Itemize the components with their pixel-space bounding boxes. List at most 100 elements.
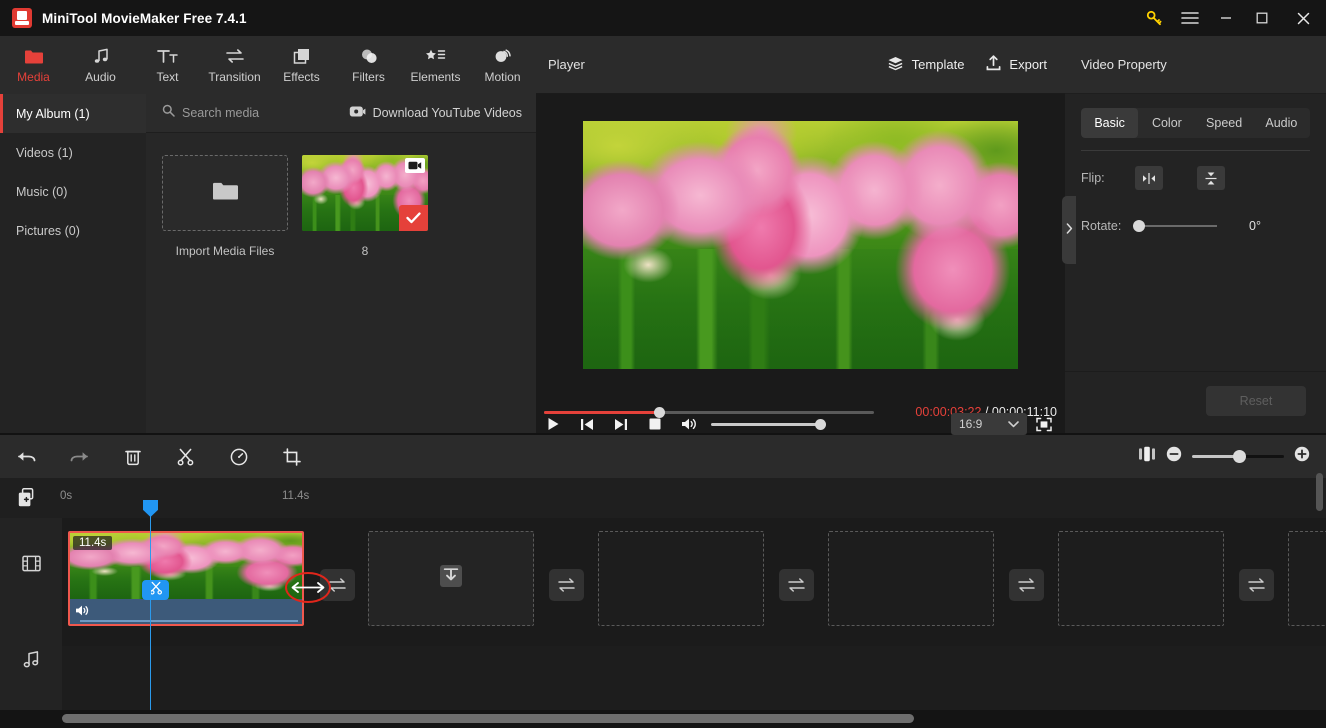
toolbar-item-elements[interactable]: Elements xyxy=(402,36,469,94)
toolbar-label: Transition xyxy=(208,70,260,84)
close-icon[interactable] xyxy=(1280,0,1326,36)
toolbar-label: Effects xyxy=(283,70,319,84)
sidebar-item-label: Videos (1) xyxy=(16,146,73,160)
aspect-ratio-select[interactable]: 16:9 xyxy=(951,413,1027,435)
playhead-line xyxy=(150,500,151,712)
import-down-icon xyxy=(438,563,464,594)
horizontal-scrollbar[interactable] xyxy=(0,710,1326,728)
reset-button[interactable]: Reset xyxy=(1206,386,1306,416)
divider xyxy=(1081,150,1310,151)
vertical-scroll-thumb[interactable] xyxy=(1316,473,1323,511)
transition-slot[interactable] xyxy=(779,569,814,601)
reset-bar: Reset xyxy=(1065,371,1326,433)
template-button[interactable]: Template xyxy=(887,56,965,74)
volume-handle[interactable] xyxy=(815,419,826,430)
video-track[interactable]: 11.4s xyxy=(62,518,1326,628)
crop-icon[interactable] xyxy=(265,435,318,478)
tab-color[interactable]: Color xyxy=(1138,108,1195,138)
timeline-toolbar xyxy=(0,435,1326,478)
play-icon[interactable] xyxy=(536,410,570,438)
track-headers xyxy=(0,518,62,710)
toolbar-item-audio[interactable]: Audio xyxy=(67,36,134,94)
sidebar-item-label: My Album (1) xyxy=(16,107,90,121)
search-input[interactable] xyxy=(182,106,332,120)
toolbar-item-transition[interactable]: Transition xyxy=(201,36,268,94)
import-media-cell[interactable]: Import Media Files xyxy=(162,155,288,258)
sidebar-item-my-album[interactable]: My Album (1) xyxy=(0,94,146,133)
resize-cursor-icon xyxy=(290,580,326,595)
clip-placeholder[interactable] xyxy=(1288,531,1326,626)
undo-icon[interactable] xyxy=(0,435,53,478)
fullscreen-icon[interactable] xyxy=(1027,410,1061,438)
media-sidebar: My Album (1) Videos (1) Music (0) Pictur… xyxy=(0,94,146,433)
template-label: Template xyxy=(912,57,965,72)
clip-placeholder[interactable] xyxy=(368,531,534,626)
minimize-icon[interactable] xyxy=(1208,0,1244,36)
film-icon xyxy=(22,554,41,578)
split-at-playhead-button[interactable] xyxy=(142,580,169,600)
clip-placeholder[interactable] xyxy=(598,531,764,626)
rotate-handle[interactable] xyxy=(1133,220,1145,232)
import-dropzone[interactable] xyxy=(162,155,288,231)
audio-track[interactable] xyxy=(62,628,1326,710)
key-icon[interactable] xyxy=(1136,0,1172,36)
export-icon xyxy=(986,55,1001,74)
media-grid: Import Media Files 8 xyxy=(146,133,536,258)
toolbar-item-effects[interactable]: Effects xyxy=(268,36,335,94)
horizontal-scroll-thumb[interactable] xyxy=(62,714,914,723)
add-track-icon[interactable] xyxy=(18,488,37,512)
video-track-header[interactable] xyxy=(0,518,62,614)
volume-icon[interactable] xyxy=(672,410,706,438)
import-media-label: Import Media Files xyxy=(162,244,288,258)
tab-basic[interactable]: Basic xyxy=(1081,108,1138,138)
zoom-handle[interactable] xyxy=(1233,450,1246,463)
timeline-clip[interactable]: 11.4s xyxy=(68,531,304,626)
tab-audio[interactable]: Audio xyxy=(1253,108,1310,138)
flip-vertical-icon[interactable] xyxy=(1197,166,1225,190)
music-note-icon xyxy=(92,46,110,66)
elements-icon xyxy=(425,46,447,66)
zoom-slider[interactable] xyxy=(1192,455,1284,458)
search-box[interactable] xyxy=(162,104,332,122)
media-item[interactable]: 8 xyxy=(302,155,428,258)
prev-frame-icon[interactable] xyxy=(570,410,604,438)
zoom-in-icon[interactable] xyxy=(1294,446,1310,467)
panel-collapse-handle[interactable] xyxy=(1062,196,1076,264)
split-icon[interactable] xyxy=(159,435,212,478)
flip-horizontal-icon[interactable] xyxy=(1135,166,1163,190)
zoom-out-icon[interactable] xyxy=(1166,446,1182,467)
audio-track-header[interactable] xyxy=(0,614,62,710)
sidebar-item-pictures[interactable]: Pictures (0) xyxy=(0,211,146,250)
next-frame-icon[interactable] xyxy=(604,410,638,438)
delete-icon[interactable] xyxy=(106,435,159,478)
transition-slot[interactable] xyxy=(1009,569,1044,601)
media-thumbnail[interactable] xyxy=(302,155,428,231)
split-view-icon[interactable] xyxy=(1138,446,1156,467)
speed-icon[interactable] xyxy=(212,435,265,478)
player-header: Player Template Export xyxy=(536,36,1065,94)
rotate-slider[interactable] xyxy=(1139,225,1217,227)
menu-icon[interactable] xyxy=(1172,0,1208,36)
tab-speed[interactable]: Speed xyxy=(1196,108,1253,138)
transition-slot[interactable] xyxy=(549,569,584,601)
toolbar-item-media[interactable]: Media xyxy=(0,36,67,94)
sidebar-item-music[interactable]: Music (0) xyxy=(0,172,146,211)
stop-icon[interactable] xyxy=(638,410,672,438)
filters-icon xyxy=(359,46,379,66)
toolbar-item-text[interactable]: Text xyxy=(134,36,201,94)
sidebar-item-videos[interactable]: Videos (1) xyxy=(0,133,146,172)
volume-slider[interactable] xyxy=(711,423,821,426)
toolbar-item-motion[interactable]: Motion xyxy=(469,36,536,94)
sidebar-item-label: Music (0) xyxy=(16,185,67,199)
clip-placeholder[interactable] xyxy=(1058,531,1224,626)
clip-placeholder[interactable] xyxy=(828,531,994,626)
transition-slot[interactable] xyxy=(1239,569,1274,601)
maximize-icon[interactable] xyxy=(1244,0,1280,36)
export-button[interactable]: Export xyxy=(986,55,1047,74)
download-youtube-button[interactable]: Download YouTube Videos xyxy=(349,105,522,121)
player-title: Player xyxy=(548,57,585,72)
text-icon xyxy=(157,46,179,66)
redo-icon[interactable] xyxy=(53,435,106,478)
title-bar: MiniTool MovieMaker Free 7.4.1 xyxy=(0,0,1326,36)
toolbar-item-filters[interactable]: Filters xyxy=(335,36,402,94)
